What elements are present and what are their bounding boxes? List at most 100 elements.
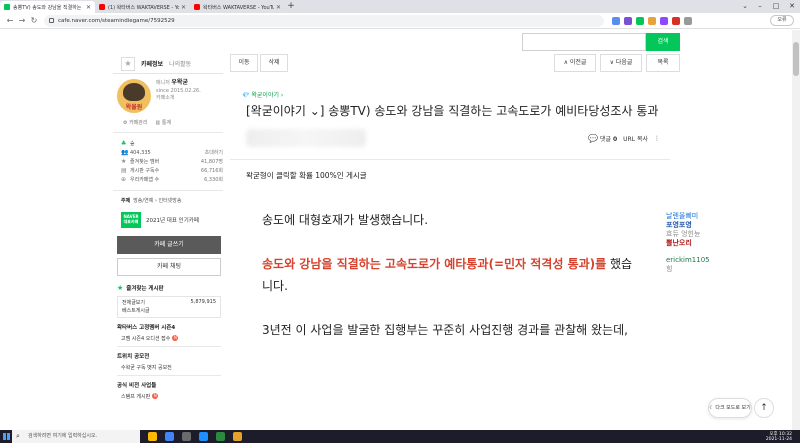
favorite-star-icon[interactable]: ★ [121,56,135,71]
windows-start-icon[interactable] [0,430,12,443]
cafe-award: NAVER 대표카페 2021년 대표 인기카페 [121,212,223,228]
dark-mode-button[interactable]: ☾ 다크 모드로 보기 [708,398,752,418]
back-icon[interactable]: ← [4,16,16,25]
browser-tab-1[interactable]: 송뽕TV) 송도와 강남을 직결하는 ✕ [0,1,95,13]
more-options-icon[interactable]: ⋮ [654,135,660,142]
menu-group-title: 공식 비전 사업들 [117,383,157,389]
next-post-button[interactable]: ∨ 다음글 [600,54,642,72]
cafe-search-button[interactable]: 검색 [646,33,680,51]
close-tab-icon[interactable]: ✕ [181,4,186,11]
cafe-search-input[interactable] [522,33,646,51]
chat-username: 날렌올삐미 [666,212,699,220]
tab-cafe-info[interactable]: 카페정보 [141,59,163,68]
cafe-avatar[interactable]: 왁물원 [117,79,151,113]
blurred-author-info [246,129,366,147]
chrome-icon[interactable] [165,432,174,441]
extension-icon[interactable] [672,16,680,25]
board-link[interactable]: 💎 왁굳이야기 › [242,90,670,99]
cafe-intro-link[interactable]: 카페소개 [156,95,201,103]
extension-icon[interactable] [612,16,620,25]
menu-item[interactable]: 고멤 시즌4 오디션 접수 N [121,334,223,342]
manage-links: ⚙ 카페관리 ▥ 통계 [123,119,223,126]
new-tab-button[interactable]: + [285,1,297,13]
extension-icon[interactable] [624,16,632,25]
list-button[interactable]: 목록 [646,54,680,72]
browser-tab-3[interactable]: 왁타버스 WAKTAVERSE - YouTu ✕ [190,1,285,13]
stats-link[interactable]: ▥ 통계 [155,119,171,126]
windows-taskbar: 검색하려면 여기에 입력하십시오. 오후 10:32 2021-11-24 [0,430,800,443]
naver-cafe-favicon-icon [4,4,10,10]
page-scrollbar[interactable] [792,30,800,430]
taskbar-clock[interactable]: 오후 10:32 2021-11-24 [766,432,800,442]
sidebar-tabs: ★ 카페정보 나의활동 [113,54,223,74]
puzzle-icon[interactable] [684,16,692,25]
comment-icon: 💬 [588,133,599,143]
cafe-chat-button[interactable]: 카페 채팅 [117,258,221,276]
address-bar: ← → ↻ cafe.naver.com/steamindiegame/7592… [0,13,800,29]
manager-label: 매니저 [156,80,170,86]
award-text: 2021년 대표 인기카페 [146,218,199,224]
scrollbar-thumb[interactable] [793,42,799,76]
file-explorer-icon[interactable] [148,432,157,441]
close-window-button[interactable]: ✕ [784,0,800,12]
menu-item[interactable]: 수왁굳 구독 뱃지 공모전 [121,363,223,371]
tab-strip: 송뽕TV) 송도와 강남을 직결하는 ✕ (1) 왁타버스 WAKTAVERSE… [0,0,800,13]
manager-name[interactable]: 우왁굳 [171,79,188,86]
reload-icon[interactable]: ↻ [28,16,40,25]
new-badge: N [172,335,179,341]
tab-my-activity[interactable]: 나의활동 [169,59,191,68]
manager-profile: 왁물원 매니저 우왁굳 since 2015.02.26. 카페소개 [113,79,223,113]
extension-icon[interactable] [636,16,644,25]
close-tab-icon[interactable]: ✕ [276,4,281,11]
url-copy-button[interactable]: URL 복사 [623,134,648,143]
chat-username: 뽈난오리 [666,239,692,247]
lock-icon [49,18,54,23]
article-subline: 왁굳형이 클릭할 확률 100%인 게시글 [246,171,367,180]
move-button[interactable]: 이동 [230,54,258,72]
chat-username: 포영포영 [666,221,692,229]
write-post-button[interactable]: 카페 글쓰기 [117,236,221,254]
cafe-sidebar: ★ 카페정보 나의활동 왁물원 매니저 우왁굳 since 2015.02.26… [113,54,223,400]
members-icon: 👥 [121,149,129,156]
scroll-to-top-button[interactable]: ↑ [754,398,774,418]
menu-item[interactable]: 스탬프 게시판 N [121,392,223,400]
cafe-topic: 주제 방송/연예 › 인터넷방송 [121,198,182,204]
url-input[interactable]: cafe.naver.com/steamindiegame/7592529 [44,14,604,27]
cafe-manage-link[interactable]: ⚙ 카페관리 [123,119,147,126]
app-icon[interactable] [233,432,242,441]
invite-link[interactable]: 초대하기 [205,149,223,156]
body-paragraph: 송도에 대형호재가 발생했습니다. [262,213,429,227]
menu-group-title: 트위치 공모전 [117,354,150,360]
youtube-favicon-icon [194,4,200,10]
chat-username: erickim1105 [666,256,710,264]
tab-search-icon[interactable]: ⌄ [742,2,748,10]
profile-button[interactable]: 오류 [770,15,794,26]
taskbar-search-input[interactable]: 검색하려면 여기에 입력하십시오. [12,430,140,443]
prev-post-button[interactable]: ∧ 이전글 [554,54,596,72]
app-icon[interactable] [182,432,191,441]
extension-icon[interactable] [648,16,656,25]
body-paragraph-highlight: 송도와 강남을 직결하는 고속도로가 예타통과(=민자 적격성 통과)를 했습니… [262,257,633,293]
menu-item-all-posts[interactable]: 전체글보기 5,879,915 [122,299,216,307]
close-tab-icon[interactable]: ✕ [86,4,91,11]
favorite-menu: 전체글보기 5,879,915 베스트게시글 [117,296,221,318]
delete-button[interactable]: 삭제 [260,54,288,72]
browser-tab-2[interactable]: (1) 왁타버스 WAKTAVERSE - Yo ✕ [95,1,190,13]
twitch-extension-icon[interactable] [660,16,668,25]
maximize-button[interactable]: □ [768,0,784,12]
board-icon: ▤ [121,167,127,174]
comment-link[interactable]: 💬 댓글 0 [588,134,617,143]
favorite-boards-title: ★ 즐겨찾는 게시판 [117,284,164,292]
app-icon[interactable] [216,432,225,441]
forward-icon[interactable]: → [16,16,28,25]
member-count: 👥 404,335 초대하기 [121,149,223,156]
menu-item-best-posts[interactable]: 베스트게시글 [122,307,216,315]
tab-title: 송뽕TV) 송도와 강남을 직결하는 [13,4,82,11]
youtube-favicon-icon [99,4,105,10]
since-date: since 2015.02.26. [156,87,201,94]
minimize-button[interactable]: – [752,0,768,12]
stream-chat-overlay: 날렌올삐미 포영포영 흐듀 엉힌뉸 뽈난오리 erickim1105 힝 [666,212,726,274]
body-paragraph: 3년전 이 사업을 발굴한 집행부는 꾸준히 사업진행 경과를 관찰해 왔는데, [262,323,628,337]
app-icon[interactable] [199,432,208,441]
app-icon: ⊕ [121,176,127,183]
